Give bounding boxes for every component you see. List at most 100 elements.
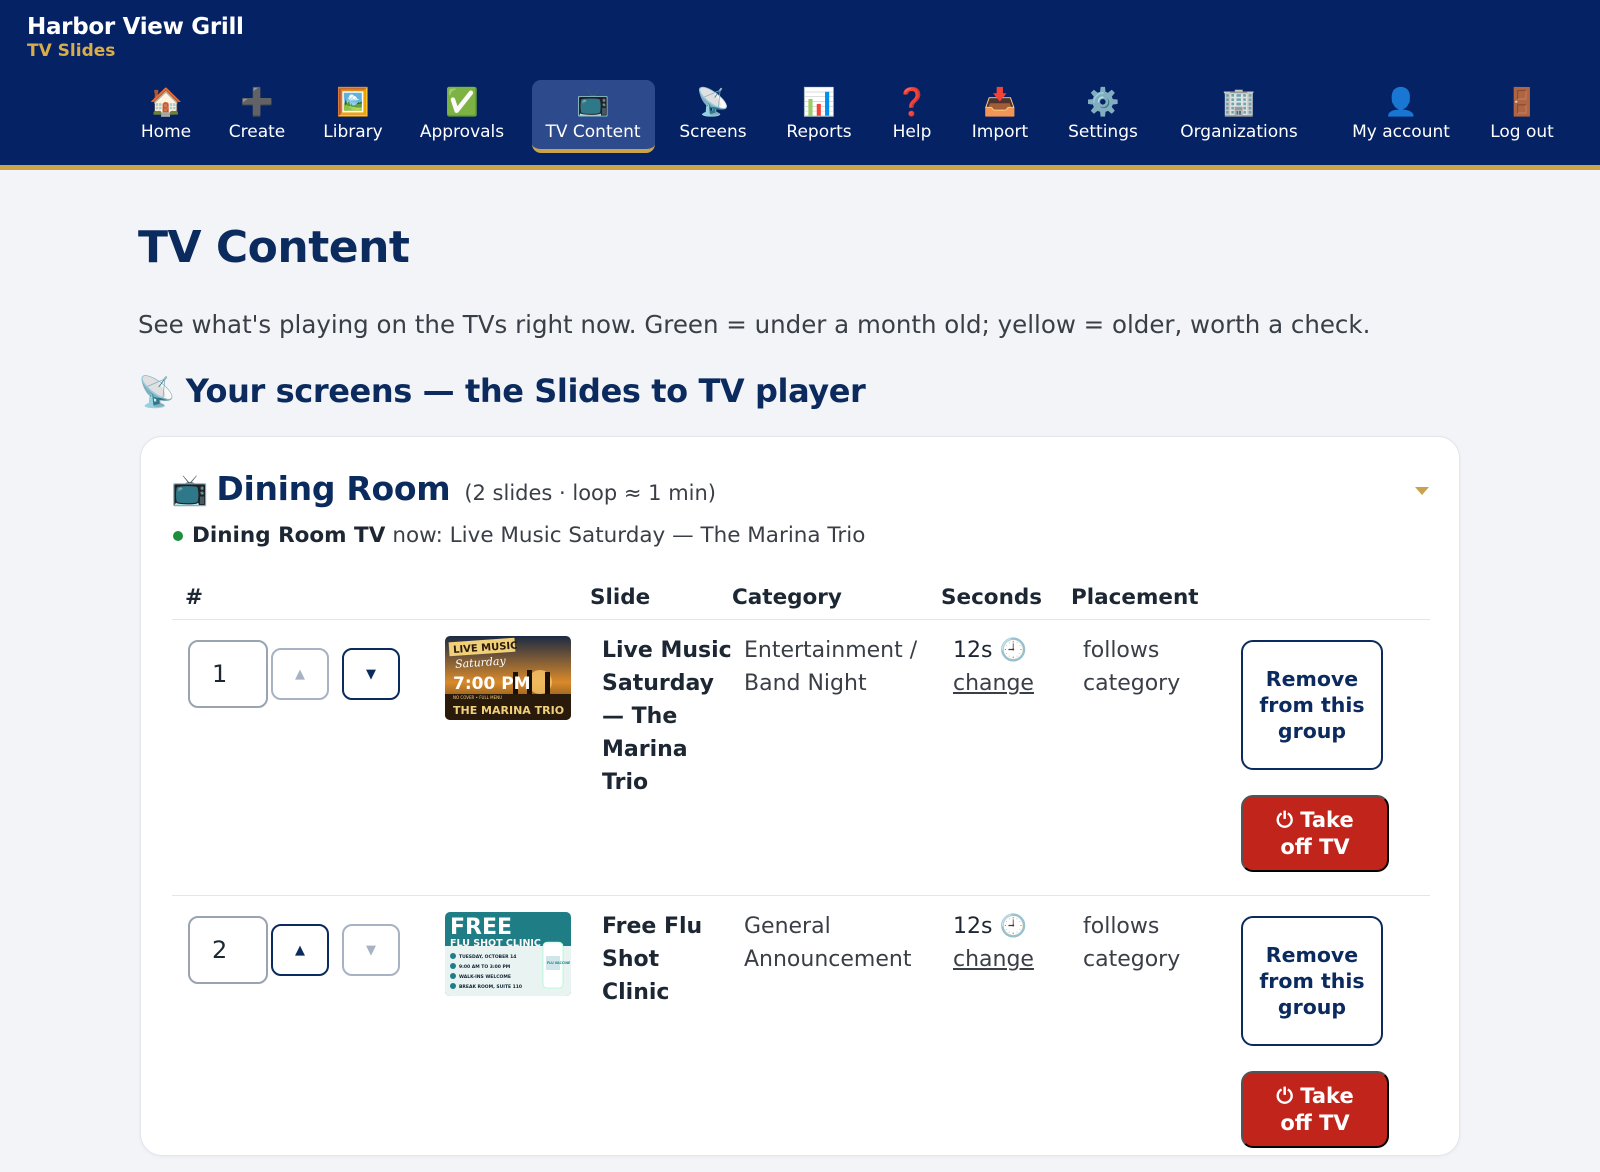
brand[interactable]: Harbor View Grill TV Slides — [27, 14, 244, 61]
nav-item-create[interactable]: ➕ Create — [221, 80, 293, 154]
page-intro: See what's playing on the TVs right now.… — [138, 310, 1371, 339]
nav-item-label: TV Content — [545, 122, 641, 142]
top-navigation-bar: Harbor View Grill TV Slides 🏠 Home ➕ Create… — [0, 0, 1600, 170]
nav-item-organizations[interactable]: 🏢 Organizations — [1174, 80, 1304, 154]
nav-item-label: Library — [323, 122, 383, 142]
seconds-value: 12s — [953, 914, 993, 939]
door-icon: 🚪 — [1505, 87, 1539, 118]
thumb-text: 7:00 PM — [453, 674, 531, 694]
brand-subtitle: TV Slides — [27, 41, 116, 61]
nav-item-label: Help — [892, 122, 932, 142]
column-header-category: Category — [732, 585, 842, 610]
clock-icon: 🕘 — [999, 914, 1027, 939]
nav-item-label: Approvals — [419, 122, 505, 142]
slide-name: Live Music Saturday — The Marina Trio — [602, 638, 732, 795]
nav-item-tv-content[interactable]: 📺 TV Content — [531, 80, 655, 153]
slide-thumbnail[interactable]: FREE FLU SHOT CLINIC TUESDAY, OCTOBER 14… — [445, 912, 571, 996]
power-icon: ⏻ — [1276, 1083, 1293, 1108]
take-off-tv-button[interactable]: ⏻ Take off TV — [1241, 1071, 1389, 1148]
office-building-icon: 🏢 — [1222, 87, 1256, 118]
slide-seconds: 12s 🕘 change — [953, 634, 1034, 700]
nav-item-home[interactable]: 🏠 Home — [130, 80, 202, 154]
gear-icon: ⚙️ — [1086, 87, 1120, 118]
table-row: 2 ▲ ▼ FREE FLU SHOT CLINIC TUESDAY, OCTO… — [141, 896, 1461, 1172]
page-title: TV Content — [138, 222, 410, 273]
satellite-dish-icon: 📡 — [138, 375, 175, 410]
order-input[interactable]: 2 — [188, 916, 268, 984]
nav-item-label: Import — [971, 122, 1029, 142]
plus-icon: ➕ — [240, 87, 274, 118]
nav-item-screens[interactable]: 📡 Screens — [674, 80, 753, 154]
nav-item-import[interactable]: 📥 Import — [964, 80, 1036, 154]
table-row: 1 ▲ ▼ LIVE MUSIC Saturday 7:00 PM NO COV… — [141, 620, 1461, 896]
thumb-text: THE MARINA TRIO — [453, 704, 564, 717]
nav-item-label: Create — [228, 122, 286, 142]
column-header-seconds: Seconds — [941, 585, 1043, 610]
move-up-button[interactable]: ▲ — [271, 648, 329, 700]
group-name: Dining Room — [216, 469, 451, 508]
bar-chart-icon: 📊 — [802, 87, 836, 118]
satellite-dish-icon: 📡 — [696, 87, 730, 118]
nav-item-label: Log out — [1490, 122, 1554, 142]
slide-category: General Announcement — [744, 914, 912, 972]
thumb-text: FLU SHOT CLINIC — [450, 938, 541, 949]
power-icon: ⏻ — [1276, 807, 1293, 832]
group-meta: (2 slides · loop ≈ 1 min) — [464, 481, 717, 505]
user-icon: 👤 — [1384, 87, 1418, 118]
take-off-tv-button[interactable]: ⏻ Take off TV — [1241, 795, 1389, 872]
collapse-toggle-icon[interactable] — [1415, 487, 1429, 495]
seconds-value: 12s — [953, 638, 993, 663]
slide-category: Entertainment / Band Night — [744, 638, 918, 696]
nav-item-reports[interactable]: 📊 Reports — [781, 80, 858, 154]
picture-icon: 🖼️ — [336, 87, 370, 118]
slide-placement: follows category — [1083, 914, 1181, 972]
thumb-text: BREAK ROOM, SUITE 110 — [459, 984, 522, 990]
now-playing-text: now: Live Music Saturday — The Marina Tr… — [392, 523, 866, 548]
thumb-text: NO COVER • FULL MENU — [453, 695, 502, 700]
tv-icon: 📺 — [576, 87, 610, 118]
nav-item-library[interactable]: 🖼️ Library — [317, 80, 389, 154]
nav-item-label: Settings — [1068, 122, 1138, 142]
slide-placement: follows category — [1083, 638, 1181, 696]
main-nav: 🏠 Home ➕ Create 🖼️ Library ✅ Approvals 📺 TV Conte… — [0, 80, 1600, 156]
nav-item-label: Screens — [679, 122, 747, 142]
move-down-button[interactable]: ▼ — [342, 924, 400, 976]
status-dot-icon — [173, 530, 183, 541]
screen-name: Dining Room TV — [192, 523, 386, 548]
thumb-text: 9:00 AM TO 3:00 PM — [459, 964, 511, 970]
slide-seconds: 12s 🕘 change — [953, 910, 1034, 976]
slide-name: Free Flu Shot Clinic — [602, 914, 703, 1005]
change-duration-link[interactable]: change — [953, 947, 1034, 972]
nav-item-log-out[interactable]: 🚪 Log out — [1484, 80, 1560, 154]
move-down-button[interactable]: ▼ — [342, 648, 400, 700]
clock-icon: 🕘 — [999, 638, 1027, 663]
slide-thumbnail[interactable]: LIVE MUSIC Saturday 7:00 PM NO COVER • F… — [445, 636, 571, 720]
inbox-tray-icon: 📥 — [983, 87, 1017, 118]
column-header-order: # — [185, 585, 204, 610]
remove-from-group-button[interactable]: Remove from this group — [1241, 916, 1383, 1046]
thumb-text: FREE — [450, 915, 512, 940]
group-header[interactable]: 📺 Dining Room (2 slides · loop ≈ 1 min) — [171, 469, 716, 508]
column-header-placement: Placement — [1071, 585, 1199, 610]
nav-item-settings[interactable]: ⚙️ Settings — [1062, 80, 1144, 154]
column-header-slide: Slide — [590, 585, 651, 610]
nav-item-help[interactable]: ❓ Help — [876, 80, 948, 154]
screen-group-card: 📺 Dining Room (2 slides · loop ≈ 1 min) … — [140, 436, 1460, 1156]
tv-icon: 📺 — [171, 473, 209, 508]
section-title: 📡 Your screens — the Slides to TV player — [138, 372, 866, 410]
flu-clinic-thumbnail-art: FREE FLU SHOT CLINIC TUESDAY, OCTOBER 14… — [445, 912, 571, 996]
nav-item-approvals[interactable]: ✅ Approvals — [414, 80, 510, 154]
change-duration-link[interactable]: change — [953, 671, 1034, 696]
thumb-text: WALK-INS WELCOME — [459, 974, 511, 980]
now-playing-line: Dining Room TV now: Live Music Saturday … — [173, 523, 865, 548]
nav-item-label: Home — [140, 122, 192, 142]
nav-item-label: Organizations — [1180, 122, 1298, 142]
live-music-thumbnail-art: LIVE MUSIC Saturday 7:00 PM NO COVER • F… — [445, 636, 571, 720]
question-mark-icon: ❓ — [895, 87, 929, 118]
order-input[interactable]: 1 — [188, 640, 268, 708]
thumb-text: TUESDAY, OCTOBER 14 — [459, 954, 516, 960]
remove-from-group-button[interactable]: Remove from this group — [1241, 640, 1383, 770]
section-title-text: Your screens — the Slides to TV player — [185, 372, 866, 410]
nav-item-my-account[interactable]: 👤 My account — [1346, 80, 1456, 154]
move-up-button[interactable]: ▲ — [271, 924, 329, 976]
